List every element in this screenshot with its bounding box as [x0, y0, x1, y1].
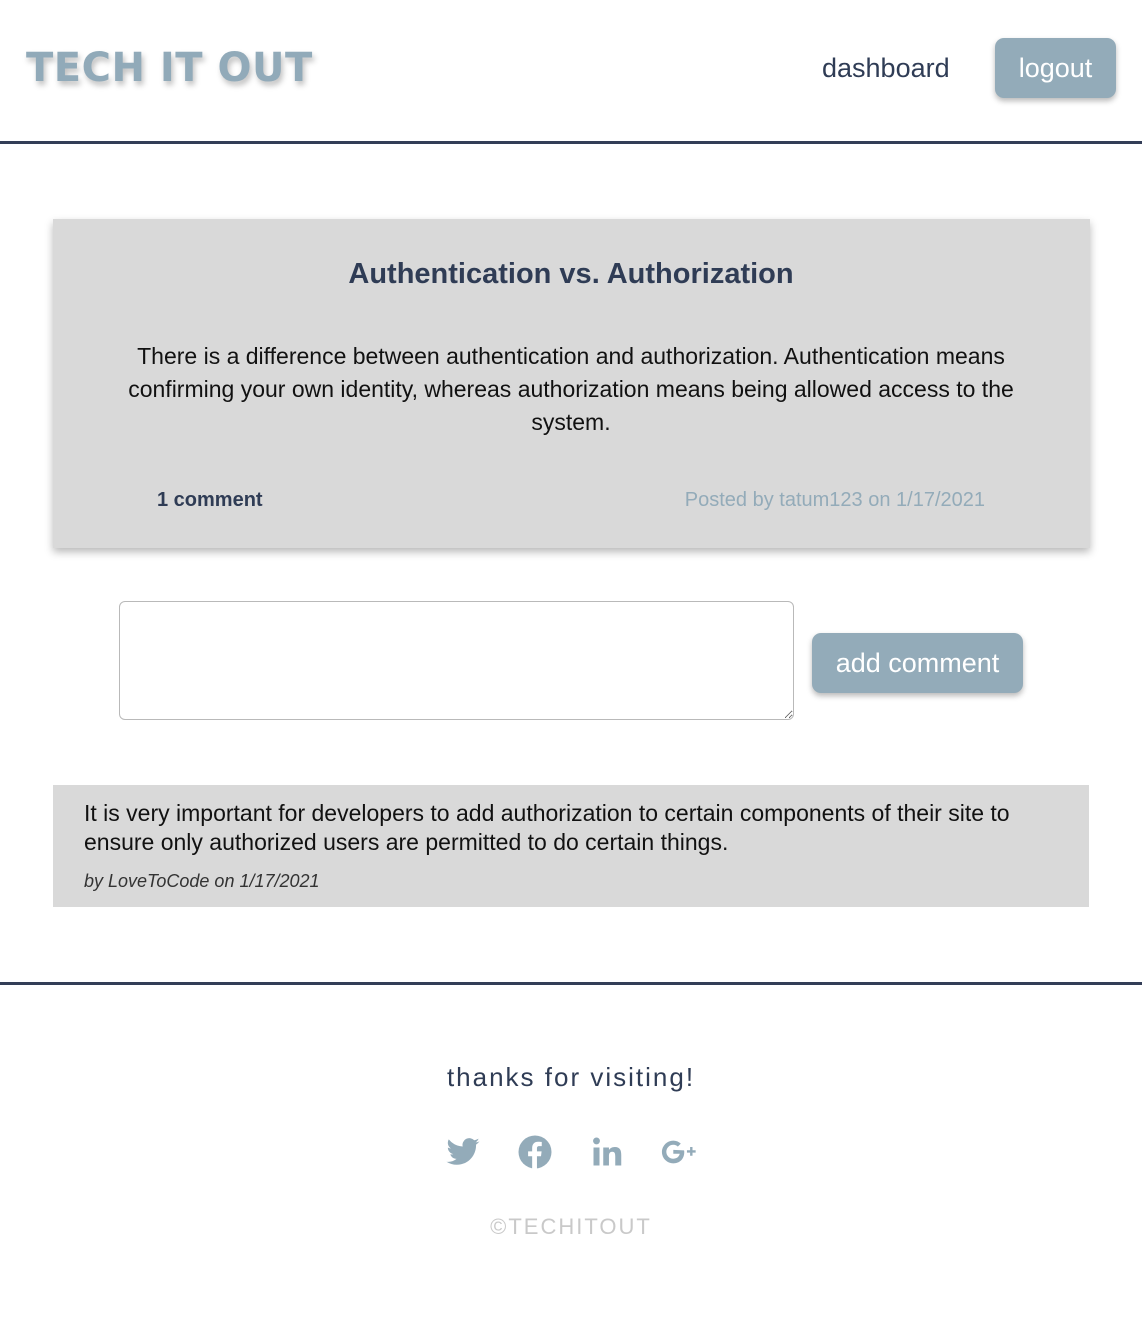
- post-body: There is a difference between authentica…: [128, 343, 1014, 435]
- comment-input[interactable]: [119, 601, 794, 720]
- footer-copyright: ©TECHITOUT: [490, 1214, 652, 1239]
- site-footer: [0, 982, 1142, 1337]
- add-comment-button[interactable]: add comment: [812, 633, 1023, 693]
- logout-button[interactable]: logout: [995, 38, 1116, 98]
- comment-text: It is very important for developers to a…: [84, 800, 1010, 855]
- twitter-icon[interactable]: [445, 1134, 481, 1170]
- nav-dashboard-link[interactable]: dashboard: [822, 52, 950, 84]
- post-comment-count: 1 comment: [157, 489, 263, 511]
- footer-thanks: thanks for visiting!: [446, 1062, 696, 1092]
- linkedin-icon[interactable]: [589, 1134, 625, 1170]
- post-meta: Posted by tatum123 on 1/17/2021: [684, 489, 985, 511]
- post-title: Authentication vs. Authorization: [348, 258, 794, 290]
- comment-meta: by LoveToCode on 1/17/2021: [84, 871, 320, 891]
- site-header: TECH IT OUT dashboard logout: [0, 0, 1142, 144]
- facebook-icon[interactable]: [517, 1134, 553, 1170]
- google-plus-icon[interactable]: [661, 1134, 697, 1170]
- site-logo[interactable]: TECH IT OUT: [26, 44, 313, 92]
